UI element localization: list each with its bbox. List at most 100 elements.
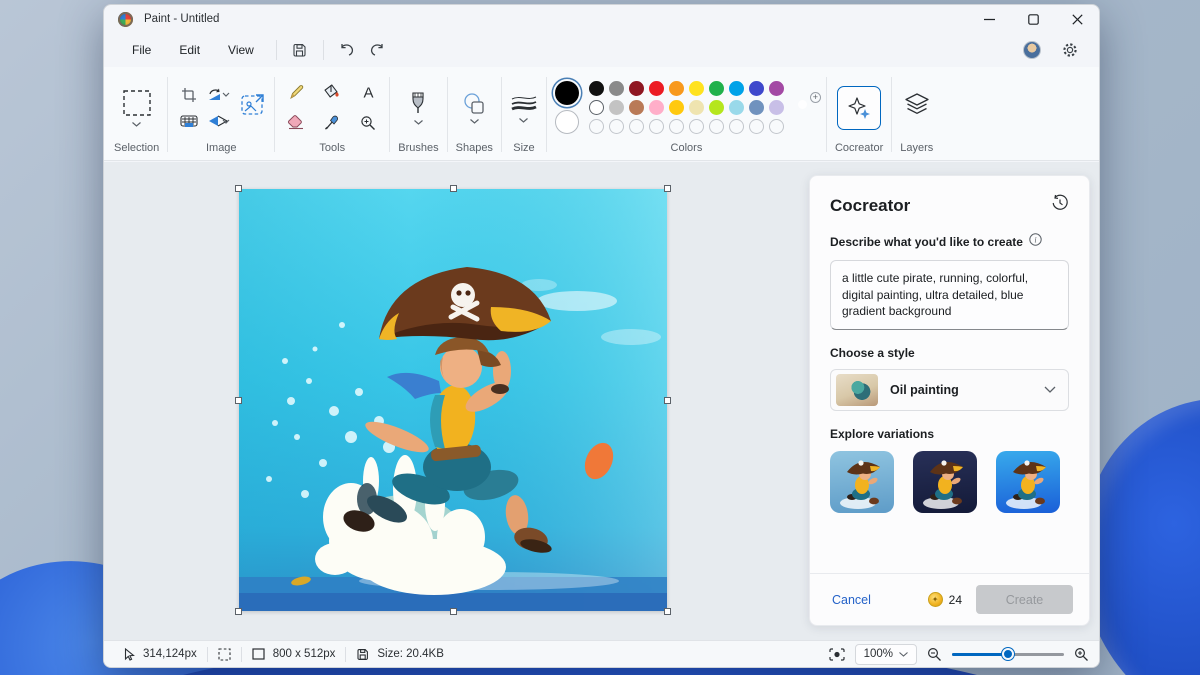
- zoom-slider[interactable]: [952, 647, 1064, 661]
- zoom-level-dropdown[interactable]: 100%: [854, 643, 917, 665]
- zoom-out-icon[interactable]: [927, 647, 942, 662]
- palette-color-2-9[interactable]: [768, 100, 784, 115]
- palette-color-1-2[interactable]: [628, 81, 644, 96]
- eraser-icon[interactable]: [283, 111, 309, 135]
- palette-color-1-0[interactable]: [588, 81, 604, 96]
- palette-color-2-0[interactable]: [588, 100, 604, 115]
- variation-thumbnail-3[interactable]: [996, 450, 1060, 513]
- palette-color-1-6[interactable]: [708, 81, 724, 96]
- cocreator-group: Cocreator: [829, 71, 889, 160]
- palette-color-2-7[interactable]: [728, 100, 744, 115]
- palette-color-3-4[interactable]: [668, 119, 684, 134]
- fill-pattern-icon[interactable]: [176, 109, 202, 133]
- info-icon[interactable]: i: [1029, 233, 1042, 251]
- canvas-size: 800 x 512px: [272, 648, 336, 660]
- minimize-button[interactable]: [967, 5, 1011, 33]
- palette-color-3-9[interactable]: [768, 119, 784, 134]
- menu-edit[interactable]: Edit: [165, 38, 214, 62]
- titlebar: Paint - Untitled: [104, 5, 1099, 33]
- credits-count: 24: [948, 592, 962, 607]
- palette-color-2-3[interactable]: [648, 100, 664, 115]
- resize-handle-n[interactable]: [450, 185, 457, 192]
- palette-color-2-6[interactable]: [708, 100, 724, 115]
- canvas-area: Cocreator Describe what you'd like to cr…: [104, 162, 1099, 640]
- palette-color-1-5[interactable]: [688, 81, 704, 96]
- layers-button[interactable]: [903, 92, 931, 123]
- resize-handle-e[interactable]: [664, 397, 671, 404]
- color-picker-icon[interactable]: [319, 111, 345, 135]
- menu-file[interactable]: File: [118, 38, 165, 62]
- palette-color-2-5[interactable]: [688, 100, 704, 115]
- redo-icon[interactable]: [362, 37, 392, 63]
- resize-handle-se[interactable]: [664, 608, 671, 615]
- cocreator-panel: Cocreator Describe what you'd like to cr…: [809, 175, 1090, 626]
- palette-color-1-3[interactable]: [648, 81, 664, 96]
- size-tool[interactable]: [510, 93, 538, 123]
- canvas[interactable]: [235, 185, 671, 615]
- resize-handle-w[interactable]: [235, 397, 242, 404]
- menu-view[interactable]: View: [214, 38, 268, 62]
- variation-thumbnail-2[interactable]: [913, 450, 977, 513]
- brushes-tool[interactable]: [409, 91, 427, 125]
- selection-tool[interactable]: [120, 89, 154, 127]
- rotate-icon[interactable]: [206, 83, 232, 107]
- palette-color-1-8[interactable]: [748, 81, 764, 96]
- account-avatar[interactable]: [1023, 41, 1041, 59]
- create-button[interactable]: Create: [976, 585, 1073, 614]
- palette-color-1-7[interactable]: [728, 81, 744, 96]
- palette-color-2-8[interactable]: [748, 100, 764, 115]
- edit-colors-button[interactable]: +: [794, 91, 821, 120]
- maximize-button[interactable]: [1011, 5, 1055, 33]
- chevron-down-icon: [899, 651, 908, 657]
- flip-icon[interactable]: [206, 109, 232, 133]
- credits-coin-icon: [927, 592, 943, 607]
- palette-color-2-1[interactable]: [608, 100, 624, 115]
- fit-to-screen-icon[interactable]: [828, 647, 845, 661]
- secondary-color-swatch[interactable]: [554, 110, 579, 134]
- shapes-tool[interactable]: [461, 92, 487, 124]
- history-icon[interactable]: [1051, 194, 1069, 217]
- zoom-in-icon[interactable]: [1074, 647, 1089, 662]
- resize-handle-sw[interactable]: [235, 608, 242, 615]
- pencil-icon[interactable]: [283, 81, 309, 105]
- cursor-icon: [124, 647, 135, 661]
- undo-icon[interactable]: [332, 37, 362, 63]
- brushes-group-label: Brushes: [398, 142, 439, 154]
- magnifier-icon[interactable]: [355, 111, 381, 135]
- palette-color-3-7[interactable]: [728, 119, 744, 134]
- palette-color-2-2[interactable]: [628, 100, 644, 115]
- palette-color-3-0[interactable]: [588, 119, 604, 134]
- cancel-button[interactable]: Cancel: [832, 593, 871, 607]
- palette-color-2-4[interactable]: [668, 100, 684, 115]
- svg-text:A: A: [363, 85, 373, 100]
- selection-group-label: Selection: [114, 142, 160, 154]
- palette-color-3-5[interactable]: [688, 119, 704, 134]
- close-button[interactable]: [1055, 5, 1099, 33]
- resize-handle-ne[interactable]: [664, 185, 671, 192]
- palette-color-1-9[interactable]: [768, 81, 784, 96]
- crop-icon[interactable]: [176, 83, 202, 107]
- palette-color-3-2[interactable]: [628, 119, 644, 134]
- palette-color-1-1[interactable]: [608, 81, 624, 96]
- resize-image-icon[interactable]: [240, 92, 266, 123]
- style-dropdown[interactable]: Oil painting: [830, 368, 1069, 411]
- text-tool-icon[interactable]: A: [355, 81, 381, 105]
- palette-color-3-3[interactable]: [648, 119, 664, 134]
- palette-color-3-8[interactable]: [748, 119, 764, 134]
- primary-color-swatch[interactable]: [554, 81, 579, 105]
- palette-color-3-6[interactable]: [708, 119, 724, 134]
- zoom-slider-thumb[interactable]: [1002, 648, 1014, 660]
- prompt-input[interactable]: a little cute pirate, running, colorful,…: [830, 260, 1069, 330]
- settings-gear-icon[interactable]: [1055, 37, 1085, 63]
- fill-bucket-icon[interactable]: [319, 81, 345, 105]
- colors-group-label: Colors: [670, 142, 703, 154]
- cocreator-button[interactable]: [837, 85, 882, 130]
- save-icon[interactable]: [285, 37, 315, 63]
- variation-thumbnail-1[interactable]: [830, 450, 894, 513]
- statusbar: 314,124px 800 x 512px Size: 20.4KB 100%: [104, 640, 1099, 667]
- cursor-position: 314,124px: [143, 648, 197, 660]
- palette-color-1-4[interactable]: [668, 81, 684, 96]
- resize-handle-nw[interactable]: [235, 185, 242, 192]
- palette-color-3-1[interactable]: [608, 119, 624, 134]
- resize-handle-s[interactable]: [450, 608, 457, 615]
